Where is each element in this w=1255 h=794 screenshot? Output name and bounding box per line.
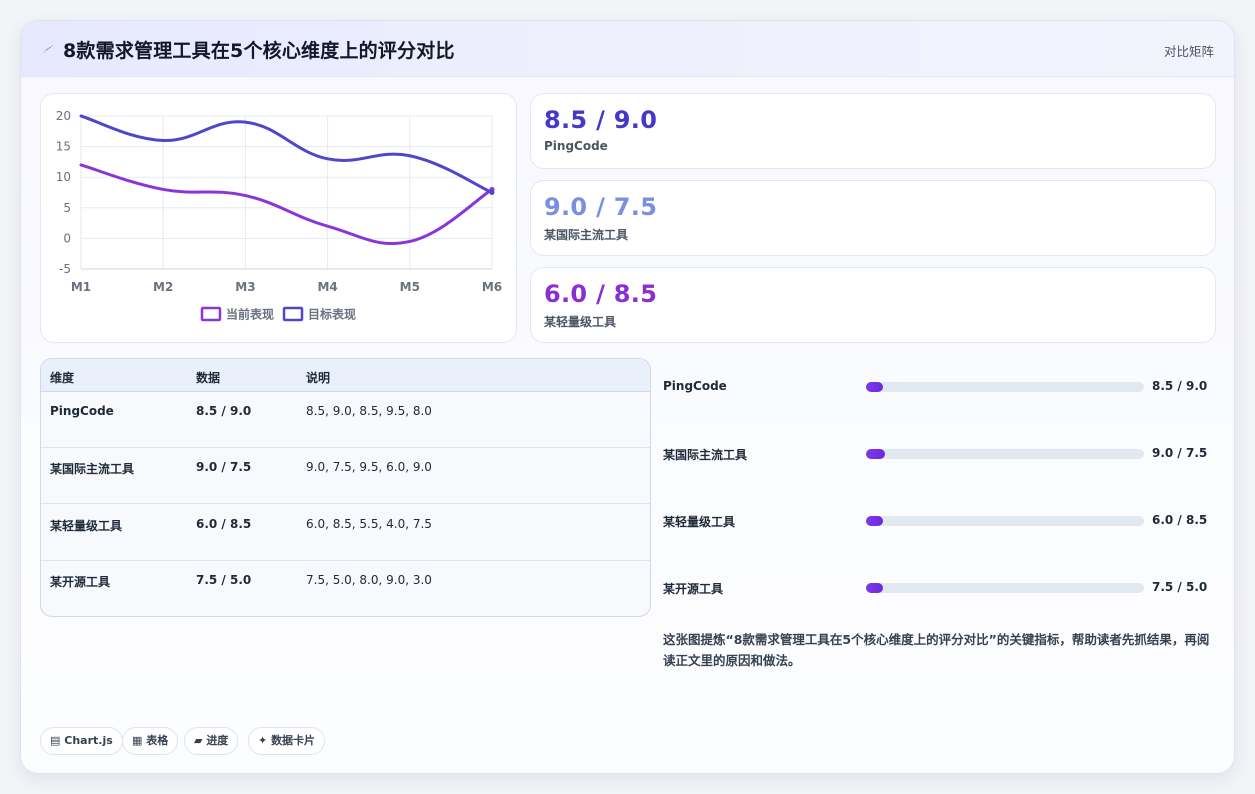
dashboard-card: 8款需求管理工具在5个核心维度上的评分对比 对比矩阵 20 15 10 5 0 -5 M1 M… xyxy=(20,20,1235,774)
progress-track xyxy=(866,516,1144,526)
table-cell: 某国际主流工具 xyxy=(50,462,135,476)
table-cell: 某轻量级工具 xyxy=(50,519,123,533)
x-tick-label: M2 xyxy=(153,280,173,294)
series-point xyxy=(489,190,495,195)
table-row: 某轻量级工具 6.0 / 8.5 6.0, 8.5, 5.5, 4.0, 7.5 xyxy=(41,505,650,561)
progress-fill xyxy=(866,382,883,392)
data-table: 维度 数据 说明 PingCode 8.5 / 9.0 8.5, 9.0, 8.… xyxy=(40,358,651,617)
table-cell: 8.5, 9.0, 8.5, 9.5, 8.0 xyxy=(306,404,432,418)
legend-label: 当前表现 xyxy=(226,307,274,322)
summary-text: 这张图提炼“8款需求管理工具在5个核心维度上的评分对比”的关键指标，帮助读者先抓… xyxy=(663,632,1210,668)
progress-row: PingCode 8.5 / 9.0 xyxy=(663,377,1223,397)
chip-label: 表格 xyxy=(146,734,169,747)
sparkle-icon: ✦ xyxy=(258,734,268,747)
x-tick-label: M3 xyxy=(235,280,255,294)
line-chart: 20 15 10 5 0 -5M1 M2 M3 M4 M5 M6 当前表现 目标表现 xyxy=(56,109,502,322)
y-tick-label: 0 xyxy=(63,231,71,245)
table-cell: 9.0, 7.5, 9.5, 6.0, 9.0 xyxy=(306,460,432,474)
x-tick-label: M5 xyxy=(400,280,420,294)
chip-label: 数据卡片 xyxy=(271,734,316,747)
header-tag[interactable]: 对比矩阵 xyxy=(1164,41,1214,60)
stat-card-pingcode: 8.5 / 9.0 PingCode xyxy=(530,93,1216,169)
chip-data-cards[interactable]: ✦ 数据卡片 xyxy=(248,727,326,755)
column-header: 维度 xyxy=(50,371,75,385)
chip-label: 进度 xyxy=(206,734,229,747)
progress-label: 某开源工具 xyxy=(663,582,724,596)
table-cell: PingCode xyxy=(50,404,114,418)
x-tick-label: M1 xyxy=(71,280,91,294)
y-tick-label: 20 xyxy=(56,109,71,123)
stat-card-lightweight: 6.0 / 8.5 某轻量级工具 xyxy=(530,267,1216,343)
progress-fill xyxy=(866,583,883,593)
card-header: 8款需求管理工具在5个核心维度上的评分对比 对比矩阵 xyxy=(21,21,1234,77)
y-tick-label: 5 xyxy=(63,201,71,215)
legend-label: 目标表现 xyxy=(308,307,356,322)
sparkle-icon xyxy=(42,44,54,54)
progress-value: 9.0 / 7.5 xyxy=(1152,446,1208,460)
y-tick-label: 10 xyxy=(56,170,71,184)
y-tick-label: -5 xyxy=(59,262,71,276)
progress-label: 某国际主流工具 xyxy=(663,448,748,462)
progress-track xyxy=(866,449,1144,459)
progress-label: PingCode xyxy=(663,379,727,393)
table-row: 某国际主流工具 9.0 / 7.5 9.0, 7.5, 9.5, 6.0, 9.… xyxy=(41,448,650,504)
column-header: 说明 xyxy=(306,371,331,385)
stat-label: 某国际主流工具 xyxy=(544,228,629,242)
table-cell: 某开源工具 xyxy=(50,575,111,589)
series-line-2 xyxy=(79,114,494,194)
chip-chartjs[interactable]: ▤ Chart.js xyxy=(40,727,123,755)
progress-fill xyxy=(866,449,886,459)
progress-value: 6.0 / 8.5 xyxy=(1152,513,1208,527)
chip-label: Chart.js xyxy=(64,734,113,747)
progress-value: 7.5 / 5.0 xyxy=(1152,580,1208,594)
table-cell: 6.0, 8.5, 5.5, 4.0, 7.5 xyxy=(306,517,432,531)
table-header: 维度 数据 说明 xyxy=(41,359,650,392)
column-header: 数据 xyxy=(196,371,221,385)
progress-track xyxy=(866,382,1144,392)
table-cell: 7.5 / 5.0 xyxy=(196,573,252,587)
stat-value: 8.5 / 9.0 xyxy=(544,106,658,134)
table-row: PingCode 8.5 / 9.0 8.5, 9.0, 8.5, 9.5, 8… xyxy=(41,392,650,448)
stat-label: PingCode xyxy=(544,139,608,153)
progress-value: 8.5 / 9.0 xyxy=(1152,379,1208,393)
progress-track xyxy=(866,583,1144,593)
y-tick-label: 15 xyxy=(56,140,71,154)
table-cell: 8.5 / 9.0 xyxy=(196,404,252,418)
chip-progress[interactable]: ▰ 进度 xyxy=(184,727,239,755)
progress-row: 某国际主流工具 9.0 / 7.5 xyxy=(663,444,1223,464)
table-icon: ▦ xyxy=(132,734,143,747)
stat-label: 某轻量级工具 xyxy=(544,315,617,329)
line-chart-panel: 20 15 10 5 0 -5 M1 M2 M3 M4 M5 M6 当前表现 目标表现 xyxy=(40,93,517,343)
x-tick-label: M6 xyxy=(482,280,502,294)
table-cell: 7.5, 5.0, 8.0, 9.0, 3.0 xyxy=(306,573,432,587)
stat-value: 9.0 / 7.5 xyxy=(544,193,658,221)
x-tick-label: M4 xyxy=(317,280,337,294)
progress-fill xyxy=(866,516,883,526)
table-cell: 9.0 / 7.5 xyxy=(196,460,252,474)
table-row: 某开源工具 7.5 / 5.0 7.5, 5.0, 8.0, 9.0, 3.0 xyxy=(41,561,650,616)
stat-card-international: 9.0 / 7.5 某国际主流工具 xyxy=(530,180,1216,256)
progress-row: 某开源工具 7.5 / 5.0 xyxy=(663,578,1223,598)
progress-row: 某轻量级工具 6.0 / 8.5 xyxy=(663,511,1223,531)
stat-value: 6.0 / 8.5 xyxy=(544,280,658,308)
legend-swatch xyxy=(200,306,222,322)
table-cell: 6.0 / 8.5 xyxy=(196,517,252,531)
page-title: 8款需求管理工具在5个核心维度上的评分对比 xyxy=(63,40,455,62)
chip-table[interactable]: ▦ 表格 xyxy=(122,727,179,755)
legend-swatch xyxy=(282,306,304,322)
progress-label: 某轻量级工具 xyxy=(663,515,736,529)
progress-icon: ▰ xyxy=(194,734,203,747)
chart-icon: ▤ xyxy=(50,734,61,747)
